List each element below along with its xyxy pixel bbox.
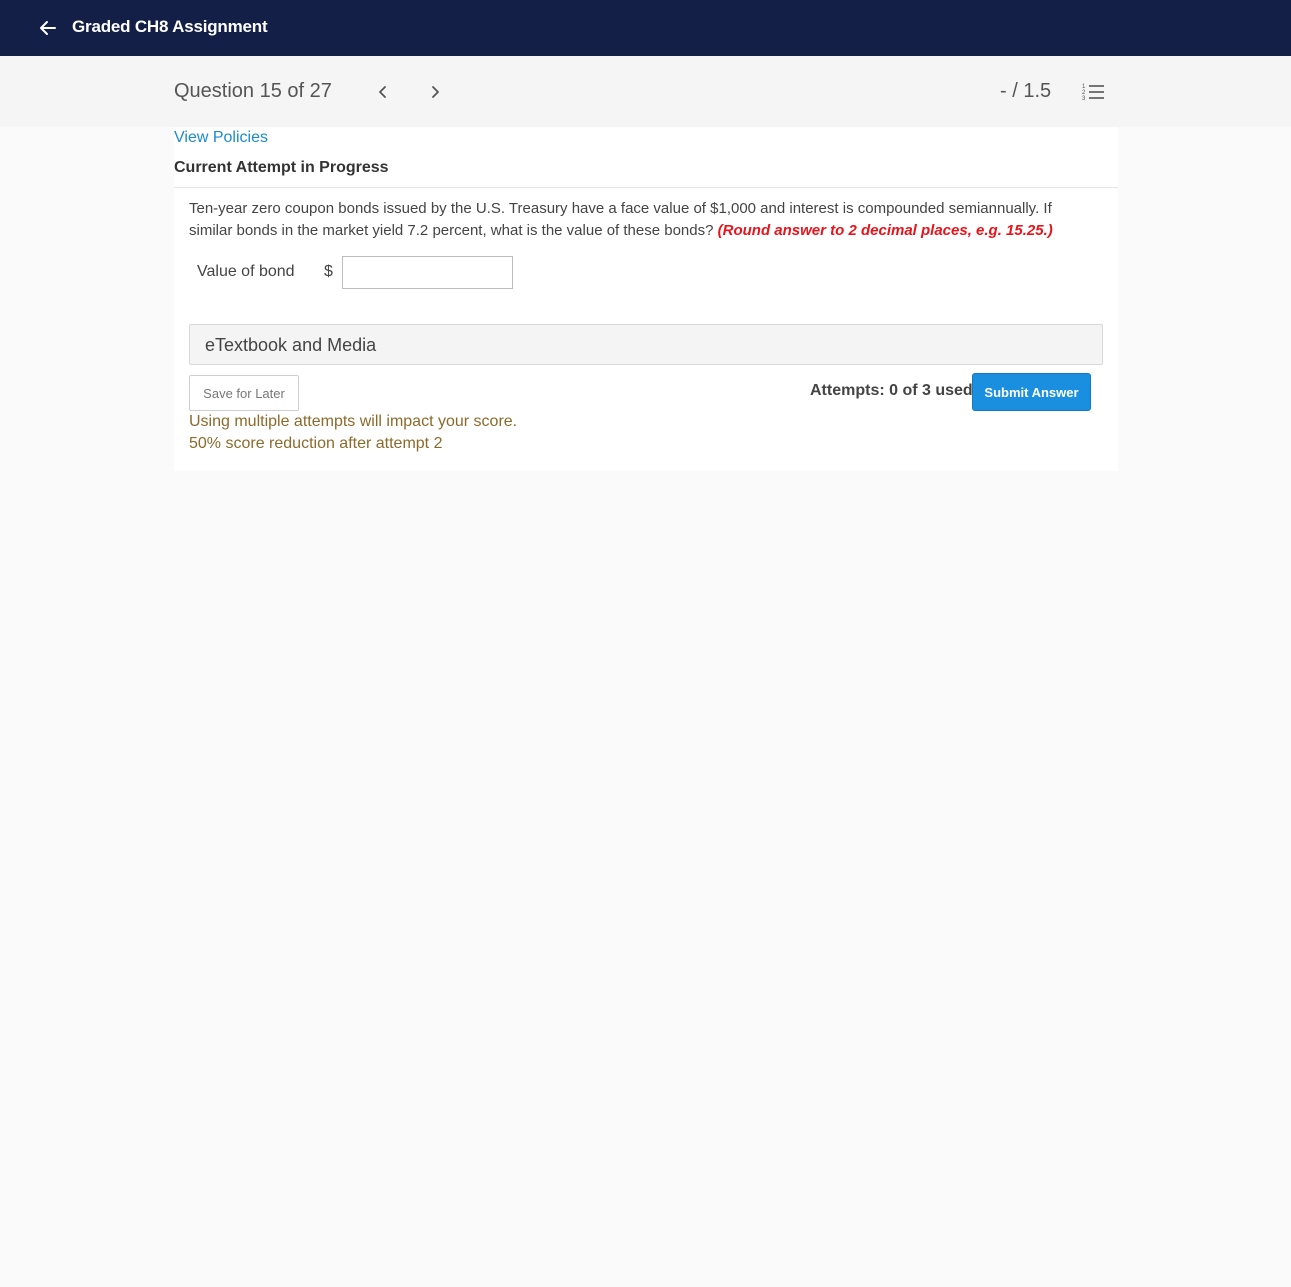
view-policies-link[interactable]: View Policies bbox=[174, 129, 268, 147]
attempts-warning: Using multiple attempts will impact your… bbox=[189, 413, 518, 430]
arrow-left-icon bbox=[40, 21, 56, 35]
chevron-right-icon bbox=[432, 86, 439, 98]
submit-answer-button[interactable]: Submit Answer bbox=[972, 373, 1091, 411]
chevron-left-icon bbox=[379, 86, 386, 98]
svg-text:3: 3 bbox=[1082, 96, 1086, 102]
question-counter: Question 15 of 27 bbox=[174, 80, 332, 102]
question-score: - / 1.5 bbox=[1000, 80, 1052, 102]
previous-question-button[interactable] bbox=[371, 80, 395, 104]
numbered-list-icon: 1 2 3 bbox=[1082, 84, 1104, 102]
attempt-heading: Current Attempt in Progress bbox=[174, 159, 389, 176]
etextbook-media-panel[interactable]: eTextbook and Media bbox=[189, 324, 1103, 365]
divider bbox=[174, 187, 1118, 188]
question-text: Ten-year zero coupon bonds issued by the… bbox=[189, 198, 1089, 242]
save-for-later-button[interactable]: Save for Later bbox=[189, 375, 299, 411]
assignment-title: Graded CH8 Assignment bbox=[72, 17, 268, 36]
top-bar: Graded CH8 Assignment bbox=[0, 0, 1291, 56]
question-card: View Policies Current Attempt in Progres… bbox=[174, 127, 1118, 471]
etextbook-label: eTextbook and Media bbox=[205, 335, 377, 355]
score-reduction-note: 50% score reduction after attempt 2 bbox=[189, 435, 443, 452]
value-of-bond-input[interactable] bbox=[342, 256, 513, 289]
question-list-button[interactable]: 1 2 3 bbox=[1082, 81, 1106, 103]
attempts-counter: Attempts: 0 of 3 used bbox=[810, 382, 973, 399]
next-question-button[interactable] bbox=[423, 80, 447, 104]
rounding-hint: (Round answer to 2 decimal places, e.g. … bbox=[717, 222, 1053, 239]
value-of-bond-label: Value of bond bbox=[197, 263, 295, 280]
currency-symbol: $ bbox=[324, 263, 333, 280]
back-button[interactable] bbox=[36, 16, 60, 40]
